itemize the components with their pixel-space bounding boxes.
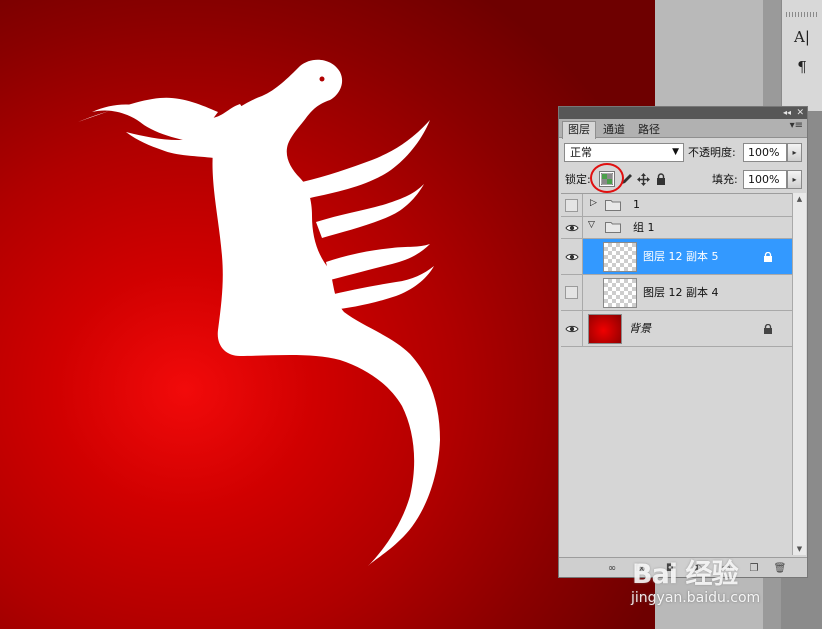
blend-mode-select[interactable]: 正常 ▼ [564,143,684,162]
layer-row-group-zu1[interactable]: ▽ 组 1 [561,217,792,239]
layer-row-12-copy-4[interactable]: 图层 12 副本 4 [561,275,792,311]
layer-thumbnail [588,314,622,344]
layer-name: 图层 12 副本 5 [643,250,719,263]
paragraph-panel-glyph: ¶ [797,58,807,76]
panel-menu-icon[interactable]: ▾≡ [790,120,803,131]
layer-row-group-1[interactable]: ▷ 1 [561,194,792,217]
paragraph-panel-icon[interactable]: ¶ [790,55,814,79]
panel-titlebar[interactable]: ◂◂ ✕ [559,107,807,119]
opacity-label: 不透明度: [688,146,736,159]
visibility-empty-box [565,286,578,299]
collapse-icon[interactable]: ◂◂ [783,107,791,119]
eye-icon [564,224,579,231]
annotation-highlight-ring [590,163,624,193]
lock-all-icon[interactable] [653,171,669,187]
character-panel-icon[interactable]: A| [790,25,814,49]
visibility-toggle[interactable] [561,217,583,238]
opacity-slider-button[interactable]: ▸ [787,143,802,162]
folder-icon [605,222,621,233]
tab-layers[interactable]: 图层 [562,121,596,139]
scroll-down-icon[interactable]: ▼ [793,543,806,555]
eye-icon [564,253,579,260]
lock-position-icon[interactable] [635,171,651,187]
layer-thumbnail [603,242,637,272]
layer-name: 背景 [629,322,651,335]
watermark-brand: Bai 经验 [632,559,738,590]
fill-field[interactable]: 100% [743,170,787,189]
fill-value: 100% [748,173,780,186]
layer-lock-icon [764,324,772,334]
panel-dock: A| ¶ [781,0,822,112]
visibility-toggle[interactable] [561,194,583,216]
opacity-value: 100% [748,146,780,159]
dock-grip[interactable] [786,12,819,17]
tab-paths[interactable]: 路径 [632,121,666,138]
visibility-toggle[interactable] [561,275,583,310]
scroll-up-icon[interactable]: ▲ [793,193,806,205]
visibility-toggle[interactable] [561,311,583,346]
white-horse-artwork [78,59,440,566]
visibility-empty-box [565,198,578,212]
blend-mode-value: 正常 [570,146,592,159]
layer-row-background[interactable]: 背景 [561,311,792,347]
folder-icon [605,200,621,211]
layer-name: 图层 12 副本 4 [643,286,719,299]
tab-channels[interactable]: 通道 [597,121,631,138]
document-canvas[interactable] [0,0,655,629]
lock-label: 锁定: [565,173,591,186]
fill-slider-button[interactable]: ▸ [787,170,802,189]
character-panel-glyph: A| [794,28,810,46]
close-icon[interactable]: ✕ [796,107,804,119]
layer-thumbnail [603,278,637,308]
watermark-url: jingyan.baidu.com [631,590,761,606]
layer-lock-icon [764,252,772,262]
eye-icon [564,325,579,332]
fill-label: 填充: [712,173,738,186]
watermark: Bai 经验 jingyan.baidu.com [628,540,788,620]
visibility-toggle[interactable] [561,239,583,274]
layers-scrollbar[interactable]: ▲ ▼ [792,193,806,555]
layer-name: 组 1 [633,221,655,234]
chevron-down-icon: ▼ [672,147,679,157]
opacity-field[interactable]: 100% [743,143,787,162]
layer-row-12-copy-5[interactable]: 图层 12 副本 5 [561,239,792,275]
collapse-arrow-icon[interactable]: ▽ [588,220,595,230]
panel-tabs: 图层 通道 路径 ▾≡ [559,119,807,139]
layers-list: ▷ 1 ▽ 组 1 图层 12 副本 5 图层 12 副本 4 背景 [561,193,792,555]
expand-arrow-icon[interactable]: ▷ [590,198,597,208]
layer-name: 1 [633,198,640,211]
link-layers-icon[interactable]: ∞ [605,561,619,575]
